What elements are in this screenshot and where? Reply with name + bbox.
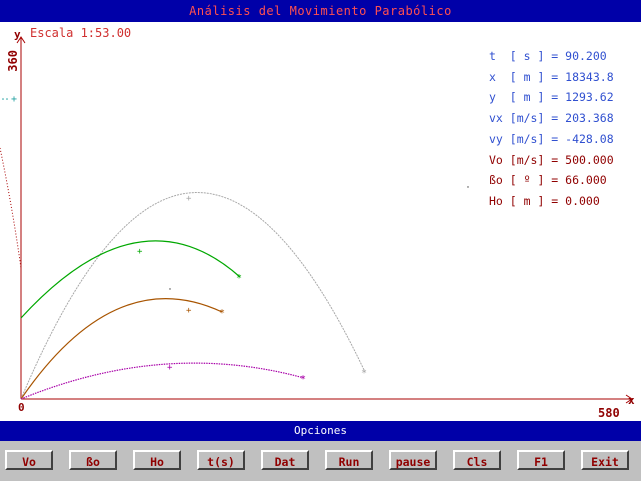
readout-panel: t [ s ] = 90.200 x [ m ] = 18343.8 y [ m…: [489, 46, 614, 212]
readout-beta: ßo [ º ] = 66.000: [489, 173, 607, 188]
options-label: Opciones: [294, 424, 347, 437]
purple-end-marker: *: [300, 374, 306, 385]
readout-vo: Vo [m/s] = 500.000: [489, 152, 614, 167]
gray-apex-marker: +: [186, 194, 192, 204]
gray-end-marker: *: [361, 368, 367, 379]
options-bar: Opciones: [0, 421, 641, 441]
trajectory-brown: [20, 298, 223, 400]
button-bar: Vo ßo Ho t(s) Dat Run pause Cls F1 Exit: [0, 441, 641, 481]
readout-vx: vx [m/s] = 203.368: [489, 111, 614, 126]
y-axis-max-label: 360: [6, 50, 20, 72]
x-axis-name: x: [628, 394, 635, 407]
readout-y: y [ m ] = 1293.62: [489, 90, 614, 105]
teal-dot-1: [2, 98, 4, 100]
readout-ho: Ho [ m ] = 0.000: [489, 193, 600, 208]
trajectory-gray: [20, 192, 366, 400]
teal-marker: +: [11, 94, 17, 105]
trajectory-purple: [20, 362, 305, 400]
beta-button[interactable]: ßo: [69, 450, 117, 470]
brown-apex-marker: +: [186, 306, 192, 316]
ho-button[interactable]: Ho: [133, 450, 181, 470]
brown-end-marker: *: [219, 308, 225, 319]
readout-x: x [ m ] = 18343.8: [489, 69, 614, 84]
green-end-marker: *: [236, 273, 242, 284]
vo-button[interactable]: Vo: [5, 450, 53, 470]
window-title-bar: Análisis del Movimiento Parabólico: [0, 0, 641, 22]
dat-button[interactable]: Dat: [261, 450, 309, 470]
window-title: Análisis del Movimiento Parabólico: [189, 4, 452, 18]
x-axis-min-label: 0: [18, 401, 25, 414]
stray-point-2: [467, 186, 469, 188]
readout-t: t [ s ] = 90.200: [489, 49, 607, 63]
purple-apex-marker: +: [167, 363, 173, 373]
pause-button[interactable]: pause: [389, 450, 437, 470]
time-button[interactable]: t(s): [197, 450, 245, 470]
x-axis-max-label: 580: [598, 406, 620, 420]
y-axis-name: y: [14, 28, 21, 41]
trajectory-red-dotted: [0, 147, 22, 269]
green-apex-marker: +: [137, 247, 143, 257]
scale-label: Escala 1:53.00: [30, 26, 132, 40]
cls-button[interactable]: Cls: [453, 450, 501, 470]
help-button[interactable]: F1: [517, 450, 565, 470]
stray-point-1: [169, 288, 171, 290]
readout-vy: vy [m/s] = -428.08: [489, 131, 614, 146]
teal-dot-2: [6, 98, 8, 100]
exit-button[interactable]: Exit: [581, 450, 629, 470]
run-button[interactable]: Run: [325, 450, 373, 470]
